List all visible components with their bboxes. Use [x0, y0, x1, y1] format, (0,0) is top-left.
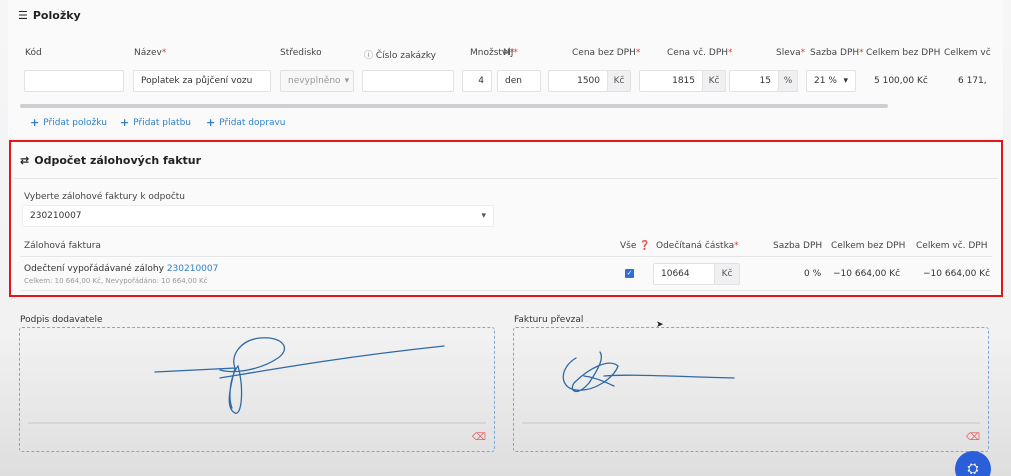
cena-vc-unit: Kč: [702, 70, 726, 92]
row-divider: [20, 290, 992, 291]
deposit-row-subtext: Celkem: 10 664,00 Kč, Nevypořádáno: 10 6…: [24, 277, 208, 285]
header-zalohova-faktura: Zálohová faktura: [24, 241, 101, 251]
header-vse: Vše ❓: [620, 241, 651, 251]
supplier-signature-pad[interactable]: ⌫: [19, 327, 495, 452]
lifebuoy-icon: ⛭: [967, 461, 979, 476]
cena-bez-input[interactable]: 1500: [548, 70, 608, 92]
row-divider: [20, 256, 992, 257]
supplier-signature-label: Podpis dodavatele: [20, 315, 103, 325]
receiver-signature-drawing: [522, 351, 980, 424]
supplier-signature-drawing: [28, 337, 486, 424]
deposit-sazba-value: 0 %: [804, 269, 822, 279]
help-icon: ❓: [639, 241, 651, 251]
deposit-select-label: Vyberte zálohové faktury k odpočtu: [24, 192, 186, 202]
chevron-down-icon: ▾: [344, 76, 350, 86]
header-cena-vc: Cena vč. DPH*: [667, 48, 733, 58]
items-title-text: Položky: [32, 9, 81, 22]
header-nazev: Název*: [134, 48, 167, 58]
deposit-invoice-select[interactable]: 230210007 ▾: [22, 205, 494, 227]
cena-bez-unit: Kč: [607, 70, 631, 92]
stredisko-select[interactable]: nevyplněno ▾: [280, 70, 354, 92]
add-payment-link[interactable]: + Přidat platbu: [120, 116, 191, 129]
celkem-bez-value: 5 100,00 Kč: [874, 76, 928, 86]
plus-icon: +: [120, 116, 130, 129]
sleva-unit: %: [778, 70, 798, 92]
receiver-signature-pad[interactable]: ⌫: [513, 327, 989, 452]
odecitana-castka-unit: Kč: [714, 263, 740, 285]
eraser-icon[interactable]: ⌫: [966, 432, 980, 443]
horizontal-scrollbar[interactable]: [20, 104, 888, 108]
receiver-signature-label: Fakturu převzal: [514, 315, 584, 325]
eraser-icon[interactable]: ⌫: [472, 432, 486, 443]
sazba-select[interactable]: 21 % ▾: [806, 70, 856, 92]
sleva-input[interactable]: 15: [729, 70, 779, 92]
deposit-row-description: Odečtení vypořádávané zálohy 230210007: [24, 264, 219, 274]
deposit-celkem-vc-value: −10 664,00 Kč: [923, 269, 991, 279]
add-item-link[interactable]: + Přidat položku: [30, 116, 107, 129]
header-celkem-vc-dph: Celkem vč. DPH: [916, 241, 988, 251]
help-lifebuoy-button[interactable]: ⛭: [955, 451, 991, 476]
odecitana-castka-input[interactable]: 10664: [653, 263, 715, 285]
list-icon: ☰: [18, 9, 28, 22]
items-section-title: ☰ Položky: [18, 9, 81, 22]
deposit-celkem-bez-value: −10 664,00 Kč: [833, 269, 901, 279]
header-kod: Kód: [25, 48, 42, 58]
header-celkem-bez-dph: Celkem bez DPH: [831, 241, 906, 251]
info-icon: ⓘ: [364, 51, 376, 61]
mnozstvi-input[interactable]: 4: [462, 70, 492, 92]
deposit-row-checkbox[interactable]: ✓: [625, 269, 634, 278]
section-divider: [14, 178, 998, 179]
cena-vc-input[interactable]: 1815: [639, 70, 703, 92]
cislo-zakazky-input[interactable]: [362, 70, 454, 92]
celkem-vc-value: 6 171,: [958, 76, 987, 86]
header-odecitana-castka: Odečítaná částka*: [656, 241, 739, 251]
chevron-down-icon: ▾: [481, 211, 486, 221]
header-cislo-zakazky: ⓘ Číslo zakázky: [364, 51, 436, 61]
header-stredisko: Středisko: [280, 48, 322, 58]
plus-icon: +: [30, 116, 40, 129]
header-cena-bez: Cena bez DPH*: [572, 48, 641, 58]
mj-input[interactable]: den: [497, 70, 541, 92]
header-celkem-bez: Celkem bez DPH: [866, 48, 941, 58]
kod-input[interactable]: [24, 70, 124, 92]
header-mj: MJ*: [503, 48, 518, 58]
deposit-section-title: ⇄ Odpočet zálohových faktur: [20, 154, 202, 167]
header-sazba: Sazba DPH*: [810, 48, 864, 58]
deposit-invoice-link[interactable]: 230210007: [167, 264, 219, 274]
mouse-cursor-icon: ➤: [656, 320, 664, 330]
chevron-down-icon: ▾: [843, 76, 848, 86]
header-sleva: Sleva*: [776, 48, 806, 58]
plus-icon: +: [206, 116, 216, 129]
header-celkem-vc: Celkem vč: [944, 48, 991, 58]
header-sazba-dph: Sazba DPH: [773, 241, 823, 251]
nazev-input[interactable]: Poplatek za půjčení vozu: [133, 70, 271, 92]
swap-arrows-icon: ⇄: [20, 154, 30, 167]
add-shipping-link[interactable]: + Přidat dopravu: [206, 116, 285, 129]
